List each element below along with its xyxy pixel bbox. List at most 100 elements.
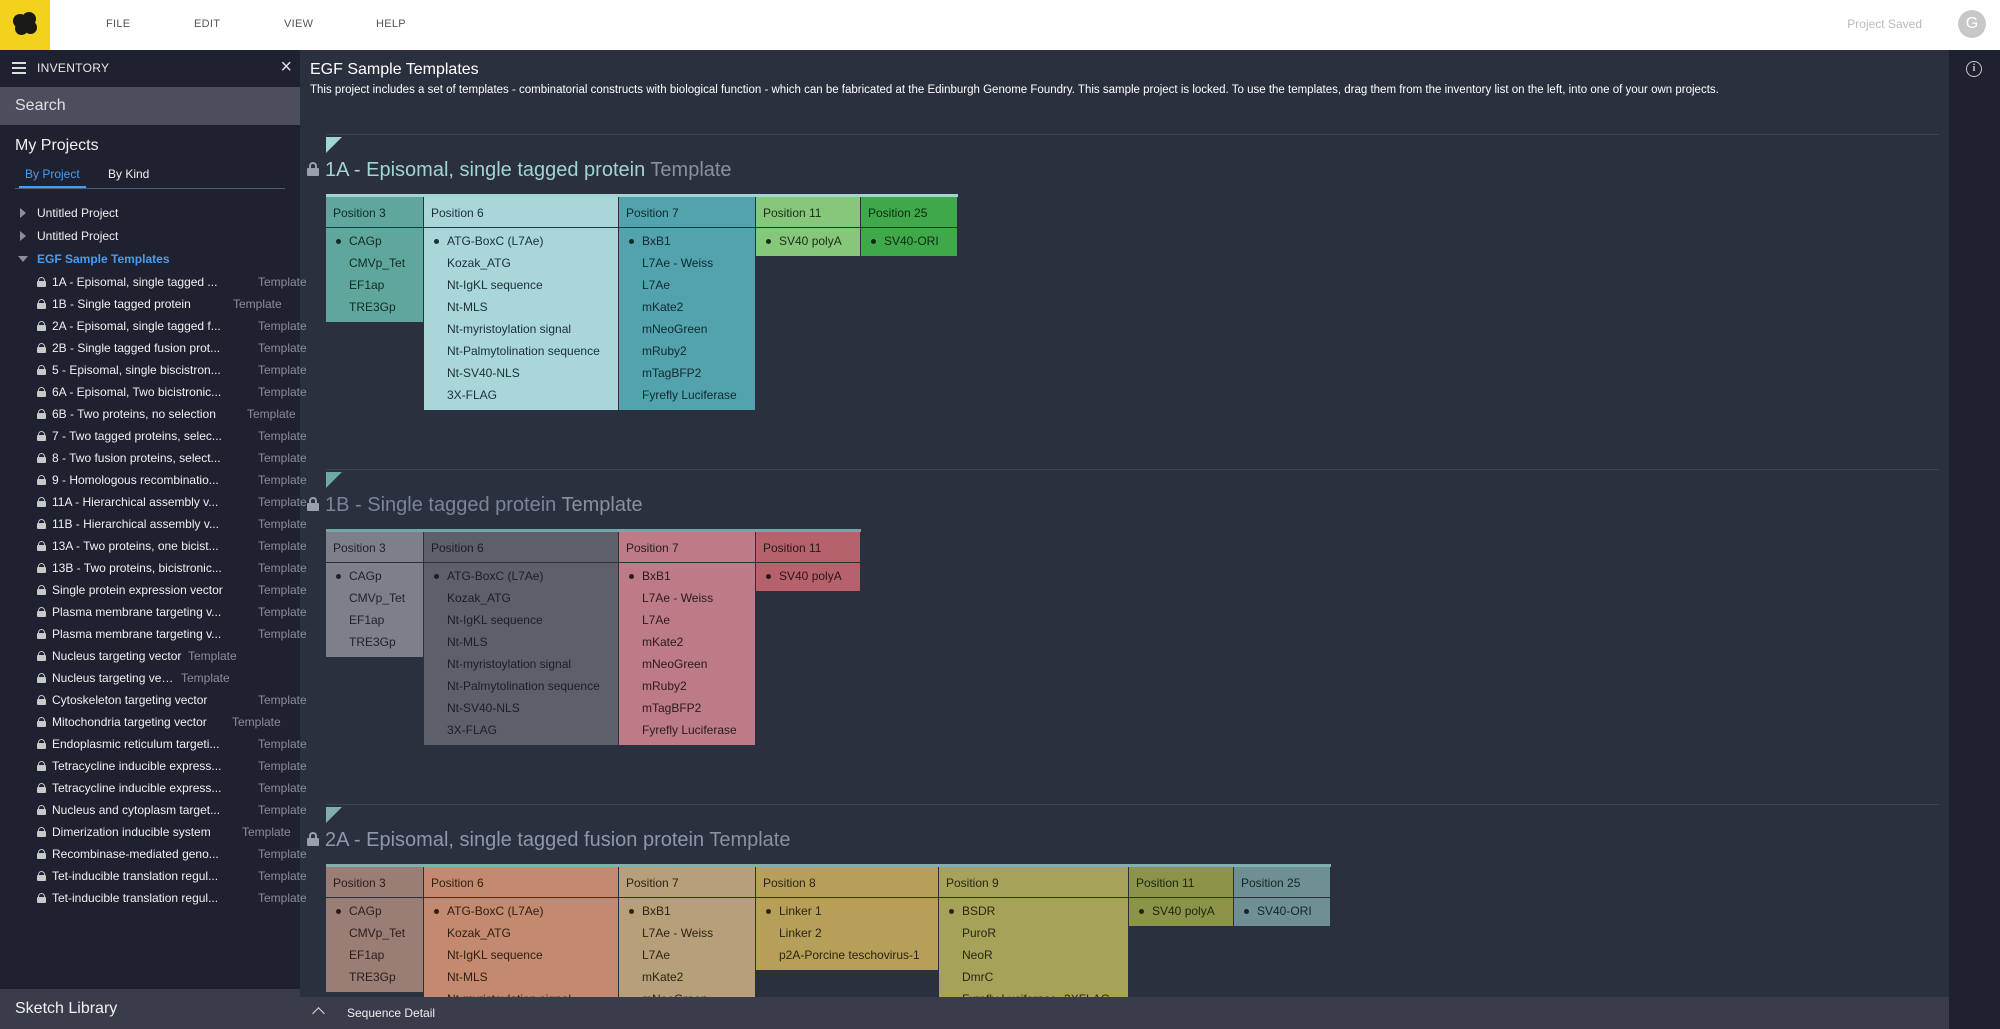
template-item[interactable]: Mitochondria targeting vector Template xyxy=(0,711,300,733)
template-item[interactable]: Tet-inducible translation regul... Templa… xyxy=(0,865,307,887)
part-option[interactable]: CAGp xyxy=(326,565,423,587)
position-column[interactable]: Position 3 CAGp CMVp_Tet EF1ap TRE3Gp xyxy=(326,197,424,322)
part-option[interactable]: DmrC xyxy=(939,966,1128,988)
position-header[interactable]: Position 6 xyxy=(424,532,619,563)
position-column[interactable]: Position 11 SV40 polyA xyxy=(756,197,861,256)
tab-by-project[interactable]: By Project xyxy=(19,167,86,188)
part-option[interactable]: mRuby2 xyxy=(619,340,755,362)
part-option[interactable]: ATG-BoxC (L7Ae) xyxy=(424,900,618,922)
part-option[interactable]: L7Ae xyxy=(619,944,755,966)
part-option[interactable]: mNeoGreen xyxy=(619,653,755,675)
tab-by-kind[interactable]: By Kind xyxy=(108,167,149,181)
part-option[interactable]: mNeoGreen xyxy=(619,988,755,997)
position-header[interactable]: Position 3 xyxy=(326,867,424,898)
part-option[interactable]: SV40 polyA xyxy=(1129,900,1233,922)
part-option[interactable]: Nt-myristoylation signal xyxy=(424,318,618,340)
construct-title[interactable]: 1B - Single tagged protein Template xyxy=(307,494,643,517)
part-option[interactable]: EF1ap xyxy=(326,944,423,966)
construct-title[interactable]: 2A - Episomal, single tagged fusion prot… xyxy=(307,829,790,852)
part-option[interactable]: TRE3Gp xyxy=(326,296,423,318)
template-item[interactable]: 1B - Single tagged protein Template xyxy=(0,293,300,315)
template-item[interactable]: Tetracycline inducible express... Templat… xyxy=(0,777,307,799)
template-item[interactable]: 1A - Episomal, single tagged ... Template xyxy=(0,271,307,293)
template-item[interactable]: 2B - Single tagged fusion prot... Templat… xyxy=(0,337,307,359)
part-option[interactable]: mKate2 xyxy=(619,631,755,653)
template-item[interactable]: Plasma membrane targeting v... Template xyxy=(0,623,307,645)
part-option[interactable]: SV40-ORI xyxy=(861,230,957,252)
part-option[interactable]: BSDR xyxy=(939,900,1128,922)
template-item[interactable]: 11B - Hierarchical assembly v... Template xyxy=(0,513,307,535)
part-option[interactable]: L7Ae xyxy=(619,274,755,296)
caret-right-icon[interactable] xyxy=(20,231,26,241)
part-option[interactable]: BxB1 xyxy=(619,565,755,587)
part-option[interactable]: TRE3Gp xyxy=(326,966,423,988)
part-option[interactable]: Fyrefly Luciferase xyxy=(619,719,755,741)
part-option[interactable]: mTagBFP2 xyxy=(619,362,755,384)
template-item[interactable]: Cytoskeleton targeting vector Template xyxy=(0,689,307,711)
position-header[interactable]: Position 3 xyxy=(326,197,424,228)
template-item[interactable]: Dimerization inducible system Template xyxy=(0,821,300,843)
part-option[interactable]: CMVp_Tet xyxy=(326,587,423,609)
part-option[interactable]: L7Ae xyxy=(619,609,755,631)
position-column[interactable]: Position 11 SV40 polyA xyxy=(756,532,861,591)
position-header[interactable]: Position 3 xyxy=(326,532,424,563)
position-column[interactable]: Position 7BxB1L7Ae - WeissL7AemKate2mNeo… xyxy=(619,197,756,410)
template-item[interactable]: Tet-inducible translation regul... Templa… xyxy=(0,887,307,909)
position-header[interactable]: Position 6 xyxy=(424,197,619,228)
template-item[interactable]: Nucleus targeting vector Template xyxy=(0,667,300,689)
part-option[interactable]: EF1ap xyxy=(326,609,423,631)
position-column[interactable]: Position 11 SV40 polyA xyxy=(1129,867,1234,926)
position-header[interactable]: Position 7 xyxy=(619,532,756,563)
part-option[interactable]: Kozak_ATG xyxy=(424,252,618,274)
part-option[interactable]: Nt-MLS xyxy=(424,296,618,318)
menu-help[interactable]: HELP xyxy=(376,0,406,50)
hamburger-menu-icon[interactable] xyxy=(12,62,26,74)
part-option[interactable]: SV40-ORI xyxy=(1234,900,1330,922)
position-column[interactable]: Position 25 SV40-ORI xyxy=(1234,867,1331,926)
part-option[interactable]: CMVp_Tet xyxy=(326,252,423,274)
position-column[interactable]: Position 9BSDRPuroRNeoRDmrCFyrefly Lucif… xyxy=(939,867,1129,997)
template-item[interactable]: 5 - Episomal, single biscistron... Templa… xyxy=(0,359,307,381)
project-node[interactable]: Untitled Project xyxy=(0,202,300,225)
menu-view[interactable]: VIEW xyxy=(284,0,313,50)
construct-title[interactable]: 1A - Episomal, single tagged protein Tem… xyxy=(307,159,732,182)
part-option[interactable]: BxB1 xyxy=(619,230,755,252)
part-option[interactable]: ATG-BoxC (L7Ae) xyxy=(424,230,618,252)
position-header[interactable]: Position 7 xyxy=(619,197,756,228)
position-column[interactable]: Position 3 CAGp CMVp_Tet EF1ap TRE3Gp xyxy=(326,532,424,657)
part-option[interactable]: CAGp xyxy=(326,230,423,252)
template-item[interactable]: 6A - Episomal, Two bicistronic... Templat… xyxy=(0,381,307,403)
template-item[interactable]: Nucleus and cytoplasm target... Template xyxy=(0,799,307,821)
part-option[interactable]: CAGp xyxy=(326,900,423,922)
menu-file[interactable]: FILE xyxy=(106,0,130,50)
template-item[interactable]: 13B - Two proteins, bicistronic... Templa… xyxy=(0,557,307,579)
part-option[interactable]: Nt-IgKL sequence xyxy=(424,274,618,296)
template-item[interactable]: Endoplasmic reticulum targeti... Template xyxy=(0,733,307,755)
part-option[interactable]: Nt-Palmytolination sequence xyxy=(424,340,618,362)
part-option[interactable]: L7Ae - Weiss xyxy=(619,922,755,944)
part-option[interactable]: Nt-MLS xyxy=(424,966,618,988)
part-option[interactable]: SV40 polyA xyxy=(756,565,860,587)
template-item[interactable]: Recombinase-mediated geno... Template xyxy=(0,843,307,865)
part-option[interactable]: EF1ap xyxy=(326,274,423,296)
part-option[interactable]: Fyrefly Luciferase -3XFLAG xyxy=(939,988,1128,997)
part-option[interactable]: mRuby2 xyxy=(619,675,755,697)
part-option[interactable]: Nt-Palmytolination sequence xyxy=(424,675,618,697)
template-item[interactable]: Nucleus targeting vector Template xyxy=(0,645,300,667)
part-option[interactable]: PuroR xyxy=(939,922,1128,944)
position-header[interactable]: Position 9 xyxy=(939,867,1129,898)
position-header[interactable]: Position 25 xyxy=(861,197,958,228)
part-option[interactable]: Nt-myristoylation signal xyxy=(424,988,618,997)
part-option[interactable]: TRE3Gp xyxy=(326,631,423,653)
part-option[interactable]: Nt-IgKL sequence xyxy=(424,944,618,966)
part-option[interactable]: Linker 2 xyxy=(756,922,938,944)
menu-edit[interactable]: EDIT xyxy=(194,0,220,50)
part-option[interactable]: 3X-FLAG xyxy=(424,384,618,406)
part-option[interactable]: L7Ae - Weiss xyxy=(619,252,755,274)
part-option[interactable]: Fyrefly Luciferase xyxy=(619,384,755,406)
part-option[interactable]: SV40 polyA xyxy=(756,230,860,252)
construct-flag-icon[interactable] xyxy=(326,137,342,153)
project-node[interactable]: Untitled Project xyxy=(0,225,300,248)
part-option[interactable]: CMVp_Tet xyxy=(326,922,423,944)
position-header[interactable]: Position 11 xyxy=(756,532,861,563)
